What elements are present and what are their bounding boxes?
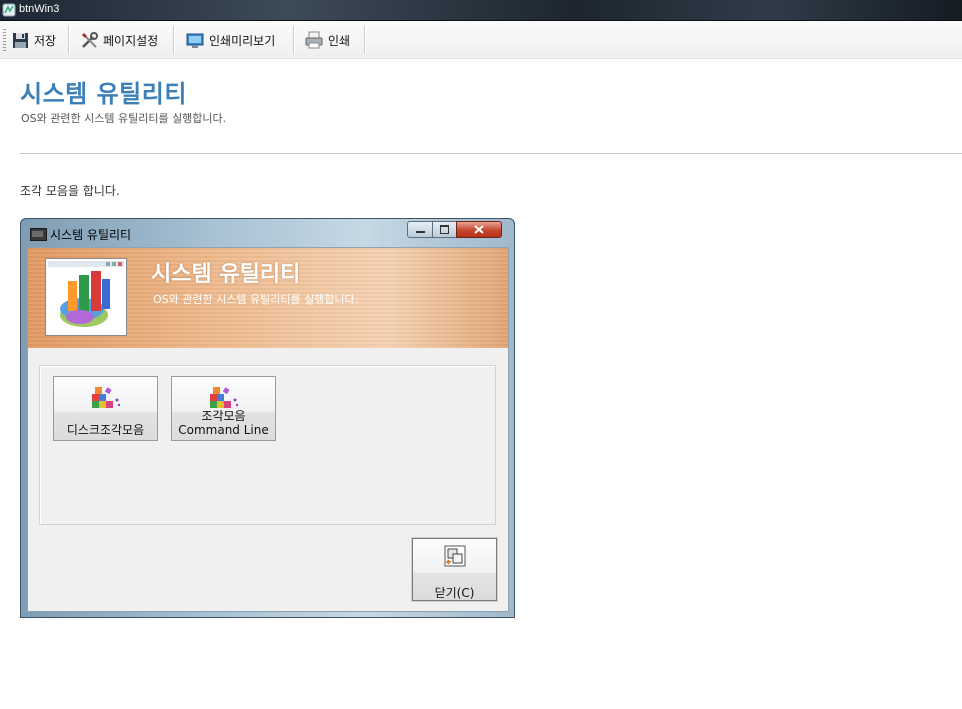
banner-image [45,258,127,336]
print-label: 인쇄 [328,33,351,48]
system-utility-window: 시스템 유틸리티 시스템 유틸리티 OS와 관련한 시스템 유틸리티를 실행합니… [20,218,515,618]
close-window-button[interactable] [456,221,502,238]
save-icon [13,32,28,48]
page-setup-label: 페이지설정 [103,33,159,48]
banner-title: 시스템 유틸리티 [151,262,301,287]
print-button[interactable]: 인쇄 [305,27,350,53]
toolbar-separator [293,26,295,54]
disk-defrag-button[interactable]: 디스크조각모음 [53,376,158,441]
page-description: 조각 모음을 합니다. [20,184,120,198]
window-icon [30,228,47,241]
tools-icon [81,31,98,48]
disk-defrag-label: 디스크조각모음 [66,423,145,437]
monitor-icon [186,33,204,48]
defrag-cmd-label-line2: Command Line [178,423,269,437]
save-label: 저장 [34,33,57,48]
dialog-title: 시스템 유틸리티 [50,228,132,242]
print-preview-label: 인쇄미리보기 [209,33,276,48]
defrag-cmd-label-line1: 조각모음 [201,409,246,423]
defrag-command-line-button[interactable]: 조각모음 Command Line [171,376,276,441]
close-window-icon [444,545,466,567]
toolbar-grip[interactable] [3,29,6,51]
close-button[interactable]: 닫기(C) [411,537,498,602]
close-icon [474,225,484,234]
page-setup-button[interactable]: 페이지설정 [81,27,158,53]
divider [20,153,962,154]
toolbar: 저장 페이지설정 인쇄미리보기 인쇄 [0,21,962,59]
window-title: btnWin3 [19,3,60,15]
chart-3d-icon [48,261,124,327]
toolbar-separator [68,26,70,54]
print-preview-button[interactable]: 인쇄미리보기 [186,27,275,53]
maximize-icon [440,225,449,234]
minimize-button[interactable] [407,221,433,238]
close-button-label: 닫기(C) [434,586,475,600]
maximize-button[interactable] [432,221,457,238]
defrag-icon [92,387,121,408]
minimize-icon [415,231,425,233]
toolbar-separator [173,26,175,54]
save-button[interactable]: 저장 [12,27,56,53]
page-title: 시스템 유틸리티 [20,80,187,108]
printer-icon [305,31,323,49]
app-icon [2,3,16,17]
window-titlebar: btnWin3 [0,0,962,21]
utility-button-group: 디스크조각모음 조각모음 Command Line [39,365,496,525]
dialog-client-area: 시스템 유틸리티 OS와 관련한 시스템 유틸리티를 실행합니다. 디스크조각모… [27,247,509,612]
page-subtitle: OS와 관련한 시스템 유틸리티를 실행합니다. [21,112,227,125]
dialog-banner: 시스템 유틸리티 OS와 관련한 시스템 유틸리티를 실행합니다. [28,248,508,348]
toolbar-separator [364,26,366,54]
banner-subtitle: OS와 관련한 시스템 유틸리티를 실행합니다. [153,293,359,306]
